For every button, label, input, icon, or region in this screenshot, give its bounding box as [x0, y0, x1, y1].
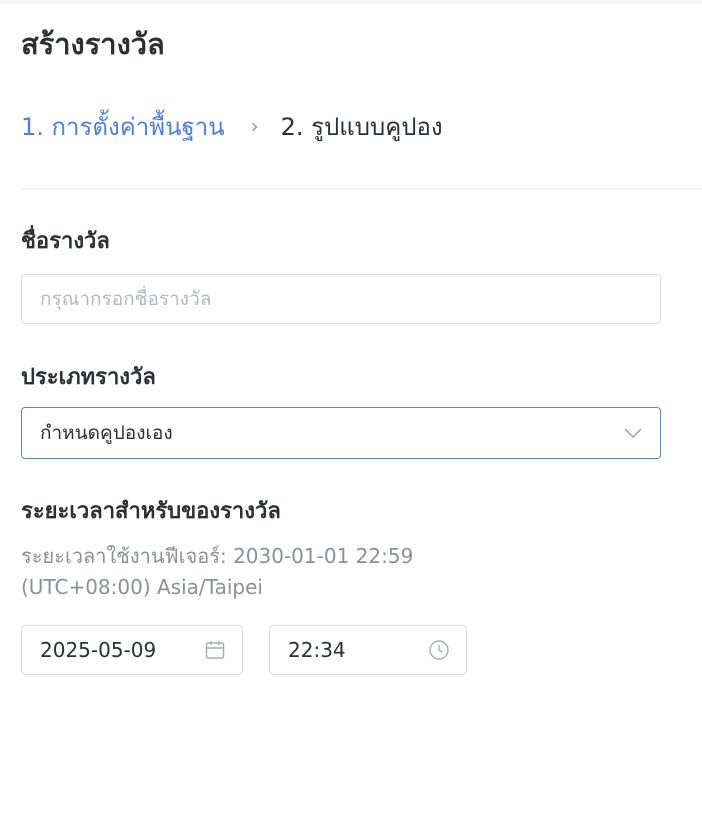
section-divider	[21, 188, 702, 189]
page-title: สร้างรางวัล	[21, 27, 165, 61]
reward-duration-label: ระยะเวลาสำหรับของรางวัล	[21, 499, 281, 524]
time-value: 22:34	[288, 638, 346, 662]
step-coupon-format[interactable]: 2. รูปแบบคูปอง	[281, 107, 443, 146]
clock-icon	[429, 640, 449, 660]
feature-period-hint: ระยะเวลาใช้งานฟีเจอร์: 2030-01-01 22:59 …	[21, 541, 413, 603]
timezone-hint: (UTC+08:00) Asia/Taipei	[21, 575, 263, 599]
reward-name-label: ชื่อรางวัล	[21, 229, 110, 254]
reward-type-label: ประเภทรางวัล	[21, 365, 156, 390]
create-reward-page: สร้างรางวัล 1. การตั้งค่าพื้นฐาน › 2. รู…	[0, 0, 702, 820]
reward-name-input[interactable]	[21, 274, 661, 324]
step-basic-settings[interactable]: 1. การตั้งค่าพื้นฐาน	[21, 107, 225, 146]
calendar-icon	[205, 641, 225, 659]
step-breadcrumb: 1. การตั้งค่าพื้นฐาน › 2. รูปแบบคูปอง	[21, 106, 443, 146]
step-separator: ›	[250, 114, 259, 138]
reward-type-selected-value: กำหนดคูปองเอง	[40, 422, 173, 444]
feature-period-hint-line1: ระยะเวลาใช้งานฟีเจอร์: 2030-01-01 22:59	[21, 544, 414, 568]
time-picker[interactable]: 22:34	[269, 625, 467, 675]
date-picker[interactable]: 2025-05-09	[21, 625, 243, 675]
date-value: 2025-05-09	[40, 638, 157, 662]
top-border	[0, 0, 702, 4]
reward-type-select[interactable]: กำหนดคูปองเอง	[21, 407, 661, 459]
chevron-down-icon	[624, 428, 642, 439]
